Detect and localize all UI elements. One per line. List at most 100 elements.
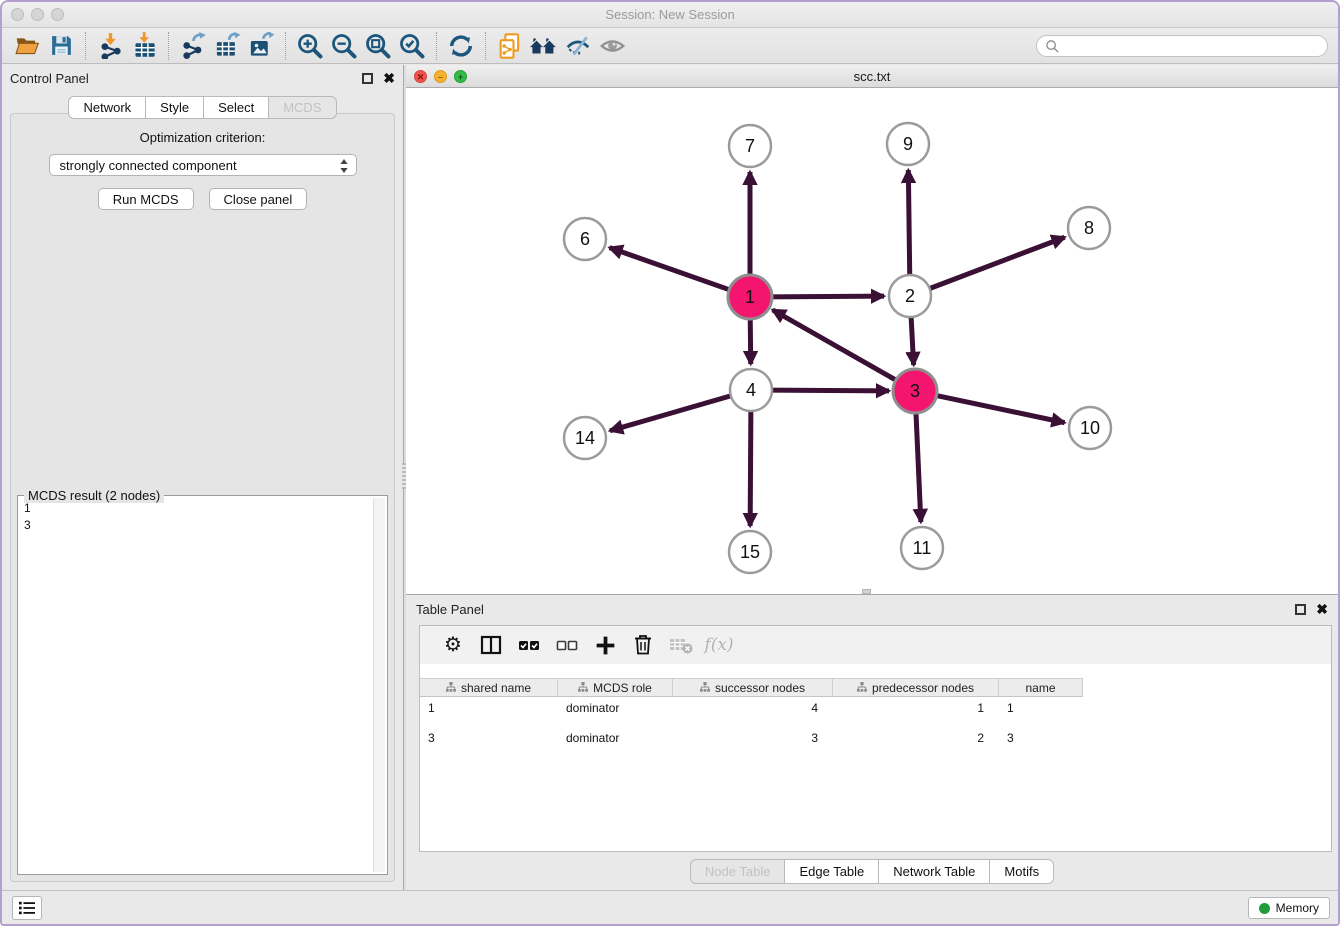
svg-text:3: 3 bbox=[910, 381, 920, 401]
cell-shared-name[interactable]: 1 bbox=[420, 700, 558, 716]
network-canvas[interactable]: 7 9 6 8 1 2 4 3 14 10 15 11 bbox=[406, 88, 1338, 594]
cell-mcds-role[interactable]: dominator bbox=[558, 700, 673, 716]
hide-graphics-icon[interactable] bbox=[561, 31, 595, 61]
graph-node-6[interactable]: 6 bbox=[564, 218, 606, 260]
tab-node-table[interactable]: Node Table bbox=[690, 859, 786, 884]
tab-network[interactable]: Network bbox=[68, 96, 146, 119]
graph-node-11[interactable]: 11 bbox=[901, 527, 943, 569]
save-session-icon[interactable] bbox=[44, 31, 78, 61]
zoom-selected-icon[interactable] bbox=[395, 31, 429, 61]
graph-node-2[interactable]: 2 bbox=[889, 275, 931, 317]
column-header-mcds-role[interactable]: MCDS role bbox=[558, 678, 673, 697]
tab-network-table[interactable]: Network Table bbox=[879, 859, 990, 884]
tree-icon bbox=[446, 682, 456, 693]
table-settings-gear-icon[interactable]: ⚙ bbox=[434, 630, 472, 660]
import-table-icon[interactable] bbox=[127, 31, 161, 61]
list-icon bbox=[18, 900, 36, 916]
cell-predecessor-nodes[interactable]: 2 bbox=[833, 730, 999, 746]
function-builder-icon[interactable]: f(x) bbox=[700, 630, 738, 660]
tree-icon bbox=[857, 682, 867, 693]
column-header-predecessor-nodes[interactable]: predecessor nodes bbox=[833, 678, 999, 697]
run-mcds-button[interactable]: Run MCDS bbox=[98, 188, 194, 210]
tab-motifs[interactable]: Motifs bbox=[990, 859, 1054, 884]
table-panel: Table Panel ✖ ⚙ bbox=[406, 595, 1338, 890]
graph-node-10[interactable]: 10 bbox=[1069, 407, 1111, 449]
graph-node-9[interactable]: 9 bbox=[887, 123, 929, 165]
graph-node-3[interactable]: 3 bbox=[893, 369, 937, 413]
export-table-icon[interactable] bbox=[210, 31, 244, 61]
control-panel-close-icon[interactable]: ✖ bbox=[383, 73, 395, 84]
network-window-title: scc.txt bbox=[406, 65, 1338, 89]
graph-edge-1-4[interactable] bbox=[750, 316, 751, 364]
graph-edge-3-11[interactable] bbox=[916, 410, 921, 522]
column-header-successor-nodes[interactable]: successor nodes bbox=[673, 678, 833, 697]
column-header-shared-name[interactable]: shared name bbox=[420, 678, 558, 697]
import-network-icon[interactable] bbox=[93, 31, 127, 61]
zoom-fit-icon[interactable] bbox=[361, 31, 395, 61]
tab-select[interactable]: Select bbox=[204, 96, 269, 119]
tab-style[interactable]: Style bbox=[146, 96, 204, 119]
graph-node-8[interactable]: 8 bbox=[1068, 207, 1110, 249]
graph-edge-2-8[interactable] bbox=[928, 237, 1065, 289]
graph-edge-4-15[interactable] bbox=[750, 409, 751, 526]
delete-table-icon[interactable] bbox=[662, 630, 700, 660]
result-scrollbar[interactable] bbox=[373, 498, 385, 872]
cell-successor-nodes[interactable]: 4 bbox=[673, 700, 833, 716]
network-view-window: ✕ – + scc.txt 7 9 6 8 1 2 4 3 14 10 15 11 bbox=[406, 65, 1338, 595]
table-panel-title: Table Panel bbox=[416, 602, 484, 617]
graph-node-15[interactable]: 15 bbox=[729, 531, 771, 573]
graph-edge-4-3[interactable] bbox=[770, 390, 889, 391]
graph-edge-2-3[interactable] bbox=[911, 315, 914, 365]
control-panel-float-button[interactable] bbox=[362, 73, 373, 84]
toolbar-separator bbox=[485, 32, 486, 60]
criterion-select[interactable]: strongly connected component bbox=[49, 154, 357, 176]
cell-name[interactable]: 1 bbox=[999, 700, 1083, 716]
canvas-splitter-handle[interactable] bbox=[862, 589, 871, 594]
graph-node-4[interactable]: 4 bbox=[730, 369, 772, 411]
network-window-titlebar[interactable]: ✕ – + scc.txt bbox=[406, 65, 1338, 88]
cell-mcds-role[interactable]: dominator bbox=[558, 730, 673, 746]
cell-name[interactable]: 3 bbox=[999, 730, 1083, 746]
graph-edge-1-6[interactable] bbox=[610, 248, 733, 291]
unselect-all-columns-icon[interactable] bbox=[548, 630, 586, 660]
export-network-icon[interactable] bbox=[176, 31, 210, 61]
svg-text:10: 10 bbox=[1080, 418, 1100, 438]
create-column-icon[interactable] bbox=[586, 630, 624, 660]
table-row[interactable]: 1 dominator 4 1 1 bbox=[420, 700, 1331, 716]
open-file-icon[interactable] bbox=[10, 31, 44, 61]
cell-successor-nodes[interactable]: 3 bbox=[673, 730, 833, 746]
select-all-columns-icon[interactable] bbox=[510, 630, 548, 660]
column-header-name[interactable]: name bbox=[999, 678, 1083, 697]
delete-column-icon[interactable] bbox=[624, 630, 662, 660]
graph-edge-4-14[interactable] bbox=[610, 395, 733, 431]
clone-network-icon[interactable] bbox=[493, 31, 527, 61]
table-panel-float-button[interactable] bbox=[1295, 604, 1306, 615]
table-toolbar: ⚙ bbox=[420, 626, 1331, 664]
cell-predecessor-nodes[interactable]: 1 bbox=[833, 700, 999, 716]
graph-edge-3-1[interactable] bbox=[773, 310, 899, 382]
task-history-button[interactable] bbox=[12, 896, 42, 920]
refresh-icon[interactable] bbox=[444, 31, 478, 61]
show-graphics-icon[interactable] bbox=[595, 31, 629, 61]
tab-edge-table[interactable]: Edge Table bbox=[785, 859, 879, 884]
zoom-in-icon[interactable] bbox=[293, 31, 327, 61]
show-columns-icon[interactable] bbox=[472, 630, 510, 660]
close-panel-button[interactable]: Close panel bbox=[209, 188, 308, 210]
mcds-result-text[interactable]: 1 3 bbox=[24, 500, 371, 872]
graph-edge-1-2[interactable] bbox=[769, 296, 884, 297]
cell-shared-name[interactable]: 3 bbox=[420, 730, 558, 746]
graph-edge-3-10[interactable] bbox=[934, 395, 1065, 423]
memory-button[interactable]: Memory bbox=[1248, 897, 1330, 919]
graph-node-14[interactable]: 14 bbox=[564, 417, 606, 459]
graph-node-1[interactable]: 1 bbox=[728, 275, 772, 319]
tab-mcds[interactable]: MCDS bbox=[269, 96, 336, 119]
graph-edge-2-9[interactable] bbox=[908, 170, 909, 277]
first-neighbors-icon[interactable] bbox=[527, 31, 561, 61]
table-row[interactable]: 3 dominator 3 2 3 bbox=[420, 730, 1331, 746]
svg-text:8: 8 bbox=[1084, 218, 1094, 238]
table-panel-close-icon[interactable]: ✖ bbox=[1316, 604, 1328, 615]
search-input[interactable] bbox=[1036, 35, 1328, 57]
zoom-out-icon[interactable] bbox=[327, 31, 361, 61]
export-image-icon[interactable] bbox=[244, 31, 278, 61]
graph-node-7[interactable]: 7 bbox=[729, 125, 771, 167]
